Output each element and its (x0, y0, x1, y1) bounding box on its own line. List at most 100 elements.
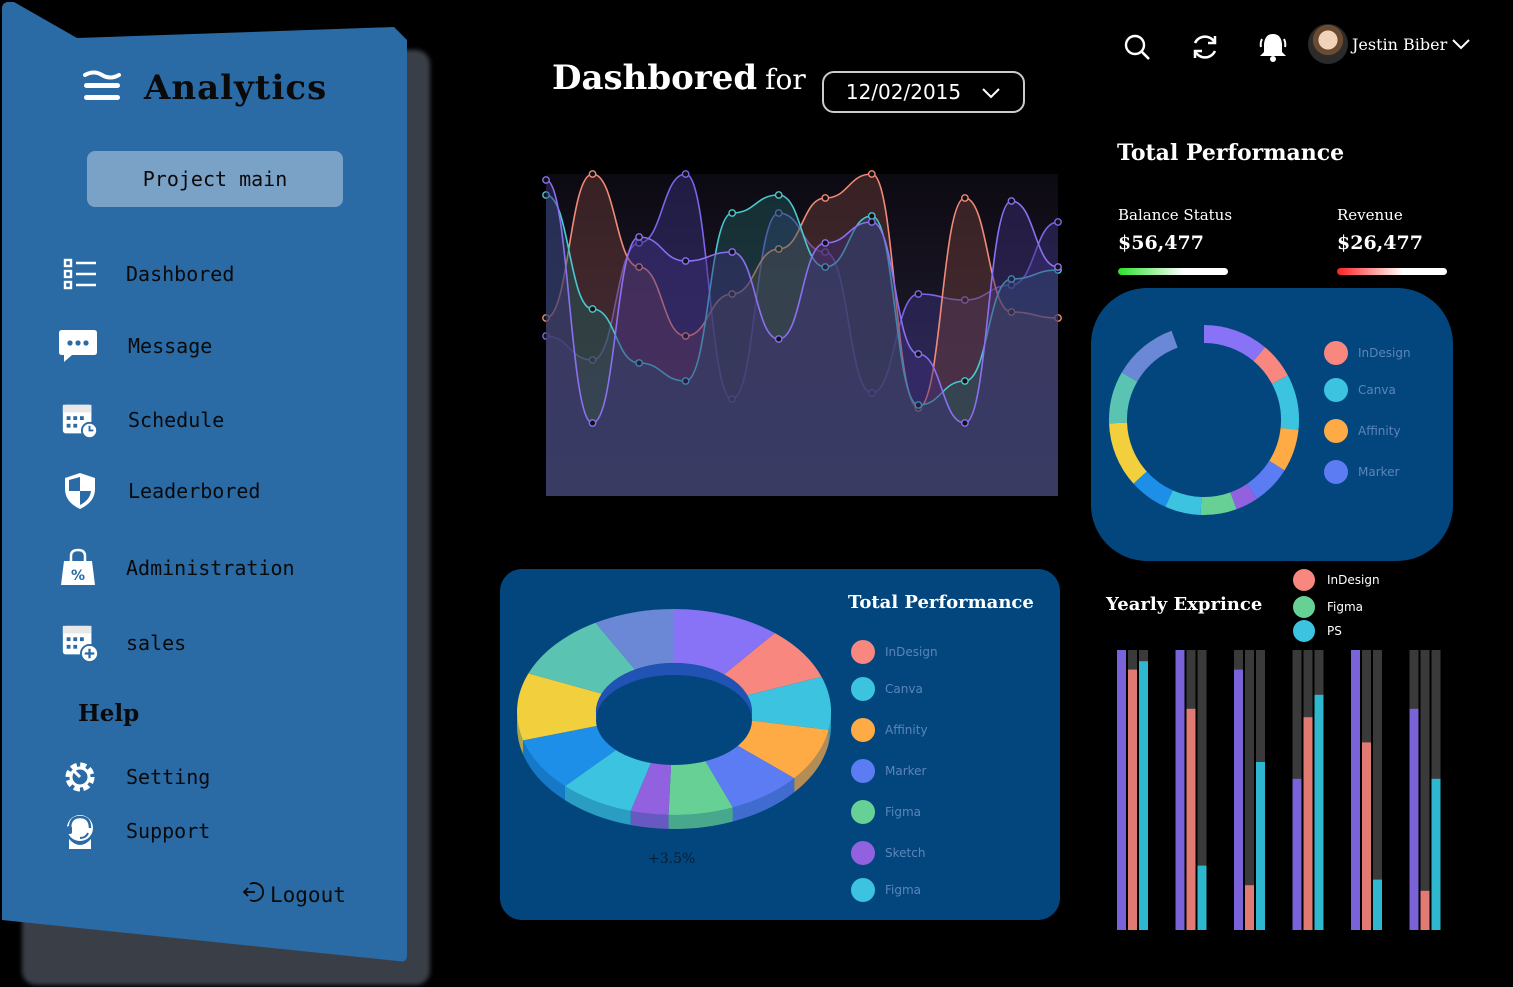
menu-icon[interactable] (82, 69, 122, 107)
legend-item: Canva (851, 677, 938, 701)
bar (1256, 762, 1265, 930)
list-icon (60, 254, 100, 294)
refresh-icon[interactable] (1188, 30, 1222, 64)
legend-dot (851, 878, 875, 902)
balance-label: Balance Status (1118, 206, 1233, 224)
legend-dot (851, 800, 875, 824)
donut-segment (1253, 347, 1288, 385)
sidebar-item-sales[interactable]: sales (60, 623, 186, 663)
area-point (961, 377, 969, 385)
sidebar-item-leaderboard[interactable]: Leaderbored (60, 471, 260, 511)
chevron-down-icon (1451, 35, 1471, 54)
sidebar-item-setting[interactable]: Setting (60, 757, 210, 797)
legend-dot (851, 677, 875, 701)
legend-label: InDesign (1327, 573, 1380, 587)
date-select[interactable]: 12/02/2015 (822, 71, 1025, 113)
user-menu[interactable]: Jestin Biber (1308, 24, 1471, 64)
area-point (914, 350, 923, 358)
pie-title: Total Performance (848, 592, 1034, 613)
area-point (681, 257, 690, 265)
area-point (961, 419, 969, 427)
legend-item: Sketch (851, 841, 938, 865)
legend-item: PS (1293, 620, 1380, 642)
legend-label: Affinity (885, 723, 928, 737)
donut-segment (1109, 422, 1147, 484)
bar (1175, 650, 1185, 930)
page-title-text: Dashbored (552, 58, 758, 98)
logout-icon (240, 880, 264, 909)
area-point (588, 305, 597, 313)
logout-button[interactable]: Logout (240, 880, 346, 909)
bar (1186, 708, 1196, 930)
donut-segment (1165, 490, 1202, 515)
balance-value: $56,477 (1118, 232, 1204, 254)
page-title-suffix: for (765, 63, 806, 96)
area-point (588, 419, 597, 427)
date-value: 12/02/2015 (845, 80, 962, 104)
sidebar-item-administration[interactable]: % Administration (58, 548, 295, 588)
balance-bar (1118, 268, 1228, 275)
yearly-title: Yearly Exprince (1106, 594, 1263, 615)
bar (1234, 669, 1243, 930)
bell-icon[interactable] (1256, 30, 1290, 64)
pie-note: +3.5% (648, 851, 696, 867)
support-icon (60, 811, 100, 851)
project-main-button[interactable]: Project main (87, 151, 343, 207)
legend-label: PS (1327, 624, 1342, 638)
legend-label: InDesign (1358, 346, 1411, 360)
legend-dot (1293, 620, 1315, 642)
revenue-bar (1337, 268, 1447, 275)
page-title: Dashbored for (552, 58, 806, 98)
chevron-down-icon (981, 80, 1001, 104)
bar (1245, 885, 1254, 930)
sidebar-item-schedule[interactable]: Schedule (60, 400, 224, 440)
top-toolbar (1120, 30, 1290, 64)
legend-dot (1324, 460, 1348, 484)
sidebar-item-label: Setting (126, 765, 211, 789)
legend-label: Marker (1358, 465, 1400, 479)
gear-icon (60, 757, 100, 797)
sidebar-item-label: Leaderbored (128, 479, 261, 503)
user-name: Jestin Biber (1352, 34, 1448, 54)
sidebar-item-support[interactable]: Support (60, 811, 210, 851)
yearly-legend: InDesign Figma PS (1293, 569, 1380, 642)
area-point (635, 233, 643, 241)
donut-segment (1109, 372, 1138, 424)
legend-item: InDesign (1293, 569, 1380, 591)
bar (1431, 778, 1441, 930)
sidebar-item-message[interactable]: Message (58, 326, 212, 366)
legend-dot (851, 759, 875, 783)
search-icon[interactable] (1120, 30, 1154, 64)
donut-segment (1133, 471, 1173, 507)
sidebar-item-dashboard[interactable]: Dashbored (60, 254, 234, 294)
bar (1409, 708, 1419, 930)
area-point (1054, 263, 1062, 271)
bar-track (1420, 650, 1430, 930)
shield-icon (60, 471, 100, 511)
legend-item: InDesign (1324, 341, 1411, 365)
area-point (728, 248, 737, 256)
calendar-plus-icon (60, 623, 100, 663)
area-point (588, 170, 597, 178)
legend-item: InDesign (851, 640, 938, 664)
sidebar-item-label: Administration (126, 556, 295, 580)
legend-dot (1293, 596, 1315, 618)
legend-label: Figma (1327, 600, 1364, 614)
legend-label: Figma (885, 883, 922, 897)
sidebar-item-label: Dashbored (126, 262, 235, 286)
bar (1420, 890, 1430, 930)
legend-label: Figma (885, 805, 922, 819)
legend-label: Sketch (885, 846, 926, 860)
bar (1128, 669, 1137, 930)
bar (1292, 778, 1302, 930)
legend-dot (851, 640, 875, 664)
bar (1351, 650, 1360, 930)
bar (1362, 742, 1371, 930)
legend-item: Affinity (1324, 419, 1411, 443)
svg-text:%: % (71, 568, 85, 584)
area-point (542, 176, 550, 184)
donut-segment (1203, 325, 1266, 362)
area-point (1054, 218, 1062, 226)
legend-label: Canva (885, 682, 923, 696)
sidebar-item-label: sales (126, 631, 187, 655)
